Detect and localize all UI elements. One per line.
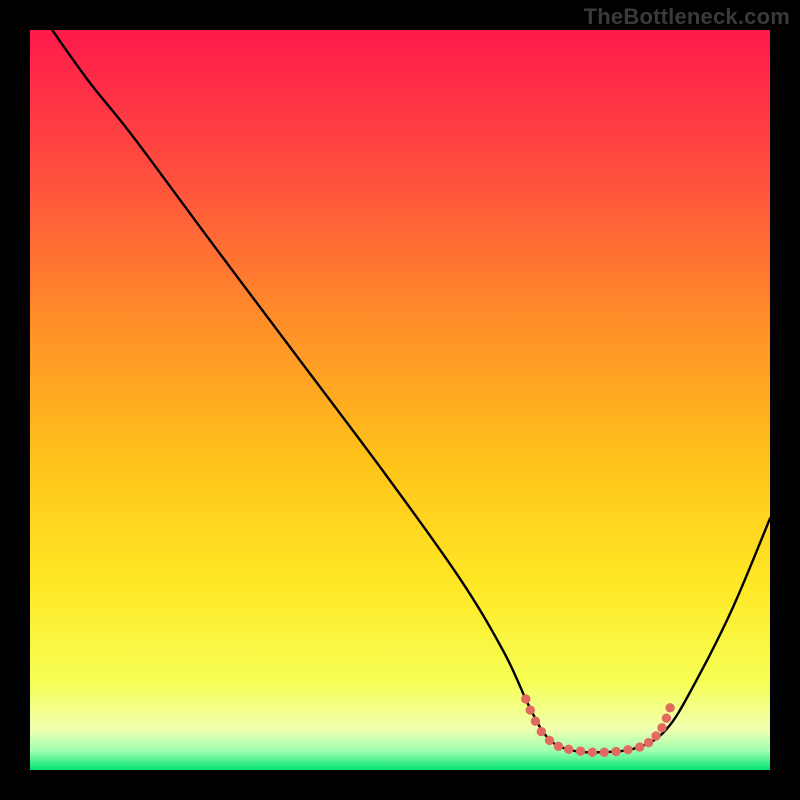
dot <box>531 716 540 725</box>
dot <box>657 723 666 732</box>
dot <box>611 747 620 756</box>
dot <box>623 745 632 754</box>
dot <box>521 694 530 703</box>
dot <box>665 703 674 712</box>
dot <box>662 714 671 723</box>
watermark-text: TheBottleneck.com <box>584 4 790 30</box>
dot <box>526 705 535 714</box>
dot <box>545 736 554 745</box>
plot-background <box>30 30 770 770</box>
dot <box>537 727 546 736</box>
dot <box>564 745 573 754</box>
chart-container: { "watermark": "TheBottleneck.com", "cha… <box>0 0 800 800</box>
dot <box>600 748 609 757</box>
chart-svg <box>0 0 800 800</box>
dot <box>576 746 585 755</box>
dot <box>651 731 660 740</box>
dot <box>588 748 597 757</box>
dot <box>635 742 644 751</box>
dot <box>554 742 563 751</box>
dot <box>644 738 653 747</box>
